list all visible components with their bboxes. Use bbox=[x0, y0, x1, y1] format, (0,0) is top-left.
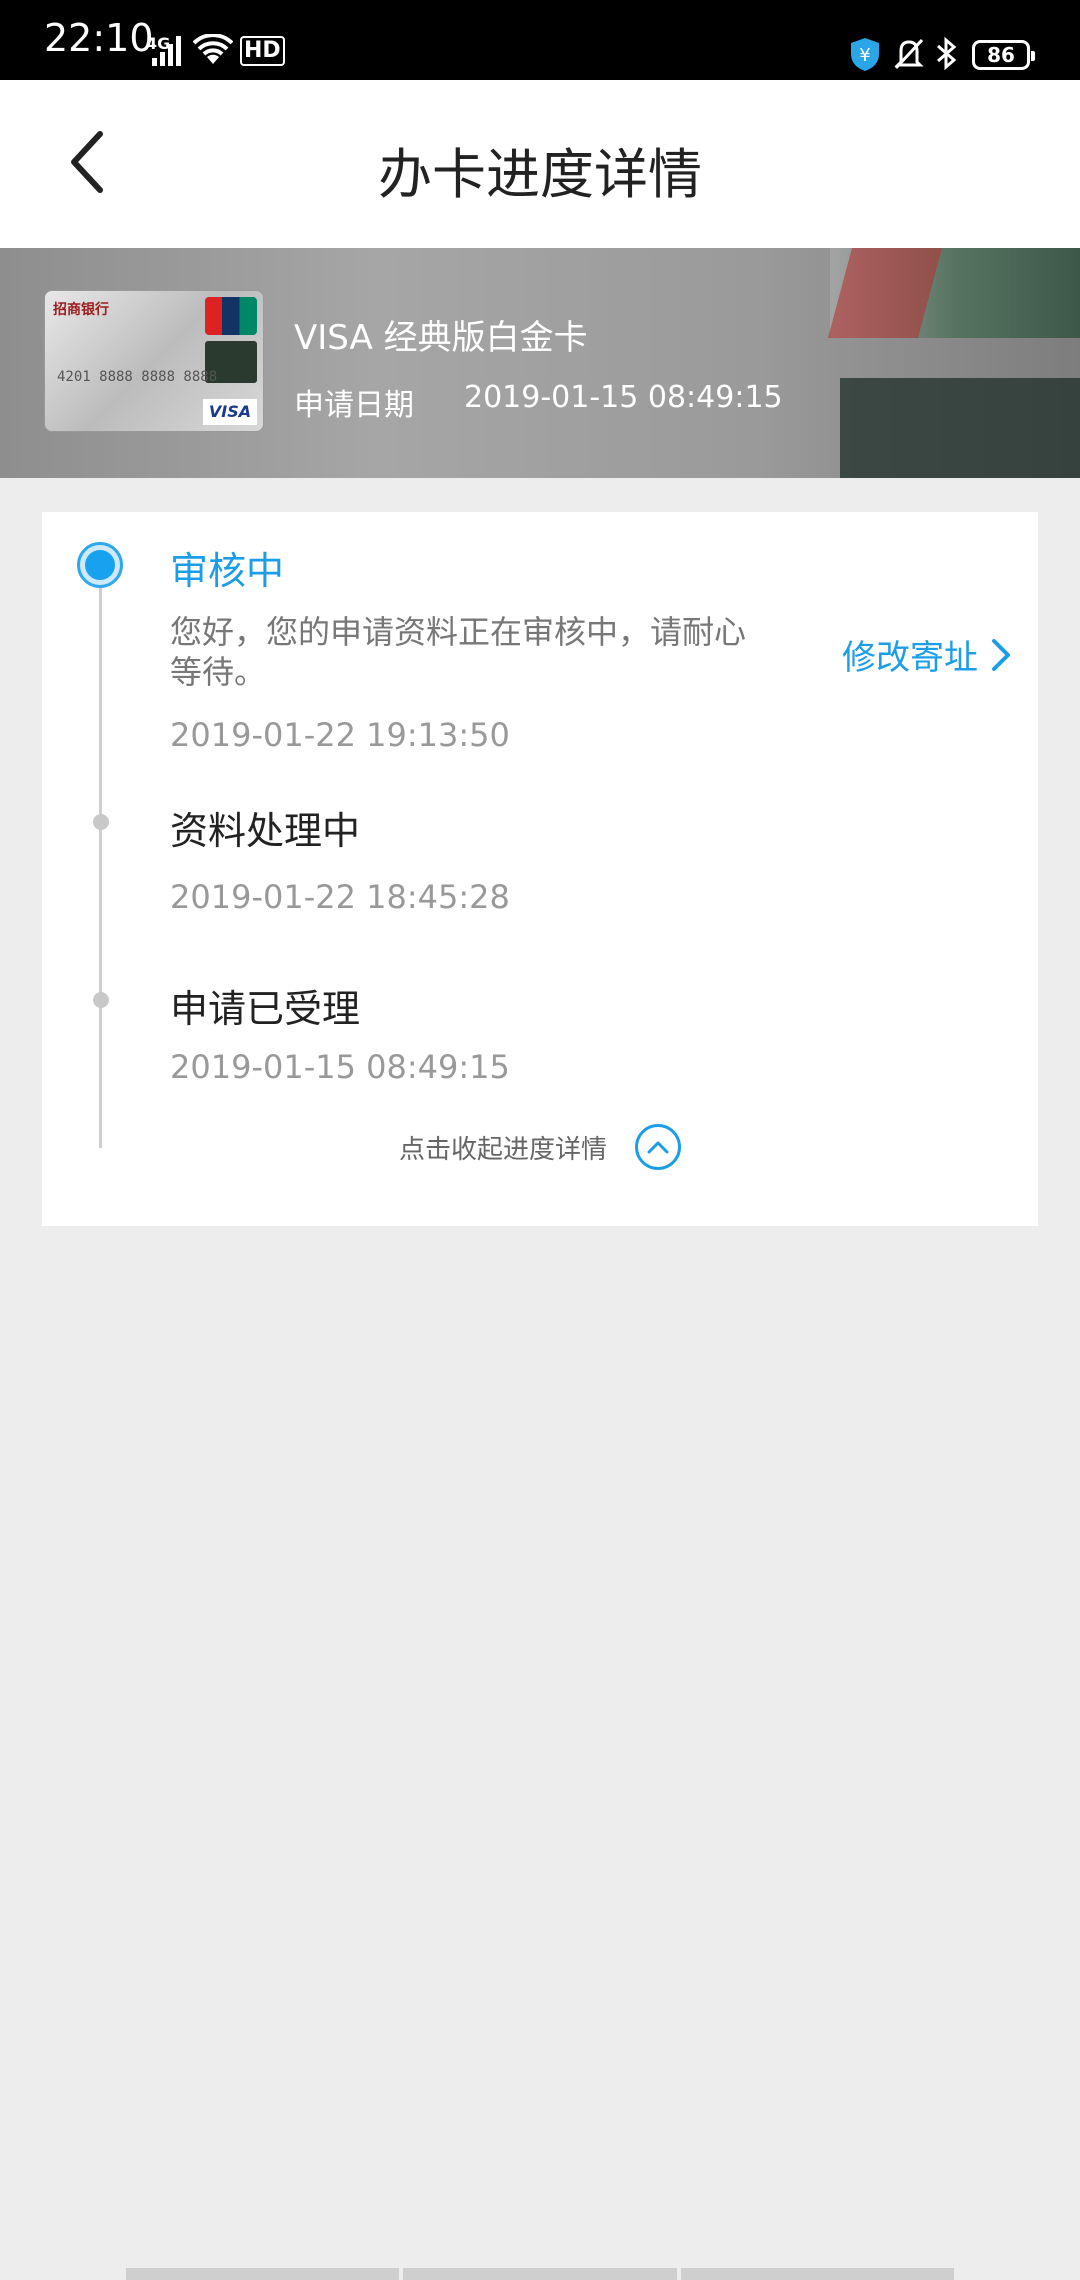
card-thumbnail: 招商银行 4201 8888 8888 8888 VISA bbox=[44, 290, 264, 432]
step-title: 资料处理中 bbox=[170, 809, 361, 853]
bottom-bar-segment bbox=[126, 2268, 400, 2280]
banner-background-decoration bbox=[840, 378, 1080, 478]
bottom-bar bbox=[126, 2268, 954, 2280]
collapse-progress-button[interactable]: 点击收起进度详情 bbox=[42, 1124, 1038, 1170]
bluetooth-icon bbox=[937, 36, 957, 71]
visa-logo: VISA bbox=[203, 399, 257, 425]
timeline-line bbox=[99, 568, 102, 1148]
timeline-dot bbox=[93, 992, 109, 1008]
apply-date-value: 2019-01-15 08:49:15 bbox=[464, 380, 783, 415]
battery-icon: 86 bbox=[972, 40, 1035, 70]
wifi-icon bbox=[193, 34, 233, 64]
svg-text:¥: ¥ bbox=[859, 45, 870, 66]
card-number: 4201 8888 8888 8888 bbox=[57, 369, 218, 385]
timeline-dot bbox=[93, 814, 109, 830]
shield-icon: ¥ bbox=[851, 38, 879, 71]
apply-date-label: 申请日期 bbox=[294, 388, 414, 423]
card-banner: 招商银行 4201 8888 8888 8888 VISA VISA 经典版白金… bbox=[0, 248, 1080, 478]
card-name: VISA 经典版白金卡 bbox=[294, 318, 588, 358]
status-time: 22:10 bbox=[44, 16, 154, 60]
step-description: 您好，您的申请资料正在审核中，请耐心等待。 bbox=[170, 613, 747, 691]
timeline-dot-active bbox=[77, 542, 123, 588]
step-title: 审核中 bbox=[170, 549, 285, 593]
hd-icon: HD bbox=[240, 36, 285, 66]
bell-muted-icon bbox=[894, 38, 924, 70]
step-time: 2019-01-22 18:45:28 bbox=[170, 878, 510, 916]
nav-header: 办卡进度详情 bbox=[0, 80, 1080, 248]
status-bar: 22:10 4G HD ¥ 86 bbox=[0, 0, 1080, 80]
bottom-bar-segment bbox=[680, 2268, 954, 2280]
chevron-up-icon bbox=[635, 1124, 681, 1170]
step-time: 2019-01-15 08:49:15 bbox=[170, 1048, 510, 1086]
step-time: 2019-01-22 19:13:50 bbox=[170, 716, 510, 754]
collapse-label: 点击收起进度详情 bbox=[398, 1134, 607, 1165]
card-bank-logo: 招商银行 bbox=[53, 302, 109, 318]
step-title: 申请已受理 bbox=[170, 987, 361, 1031]
progress-panel: 审核中 您好，您的申请资料正在审核中，请耐心等待。 2019-01-22 19:… bbox=[42, 512, 1038, 1226]
unionpay-logo bbox=[205, 297, 257, 335]
signal-icon bbox=[152, 36, 181, 66]
modify-address-label: 修改寄址 bbox=[842, 638, 978, 678]
page-title: 办卡进度详情 bbox=[378, 143, 702, 206]
bottom-bar-segment bbox=[403, 2268, 677, 2280]
chevron-right-icon bbox=[992, 638, 1010, 671]
modify-address-link[interactable]: 修改寄址 bbox=[842, 630, 1012, 679]
